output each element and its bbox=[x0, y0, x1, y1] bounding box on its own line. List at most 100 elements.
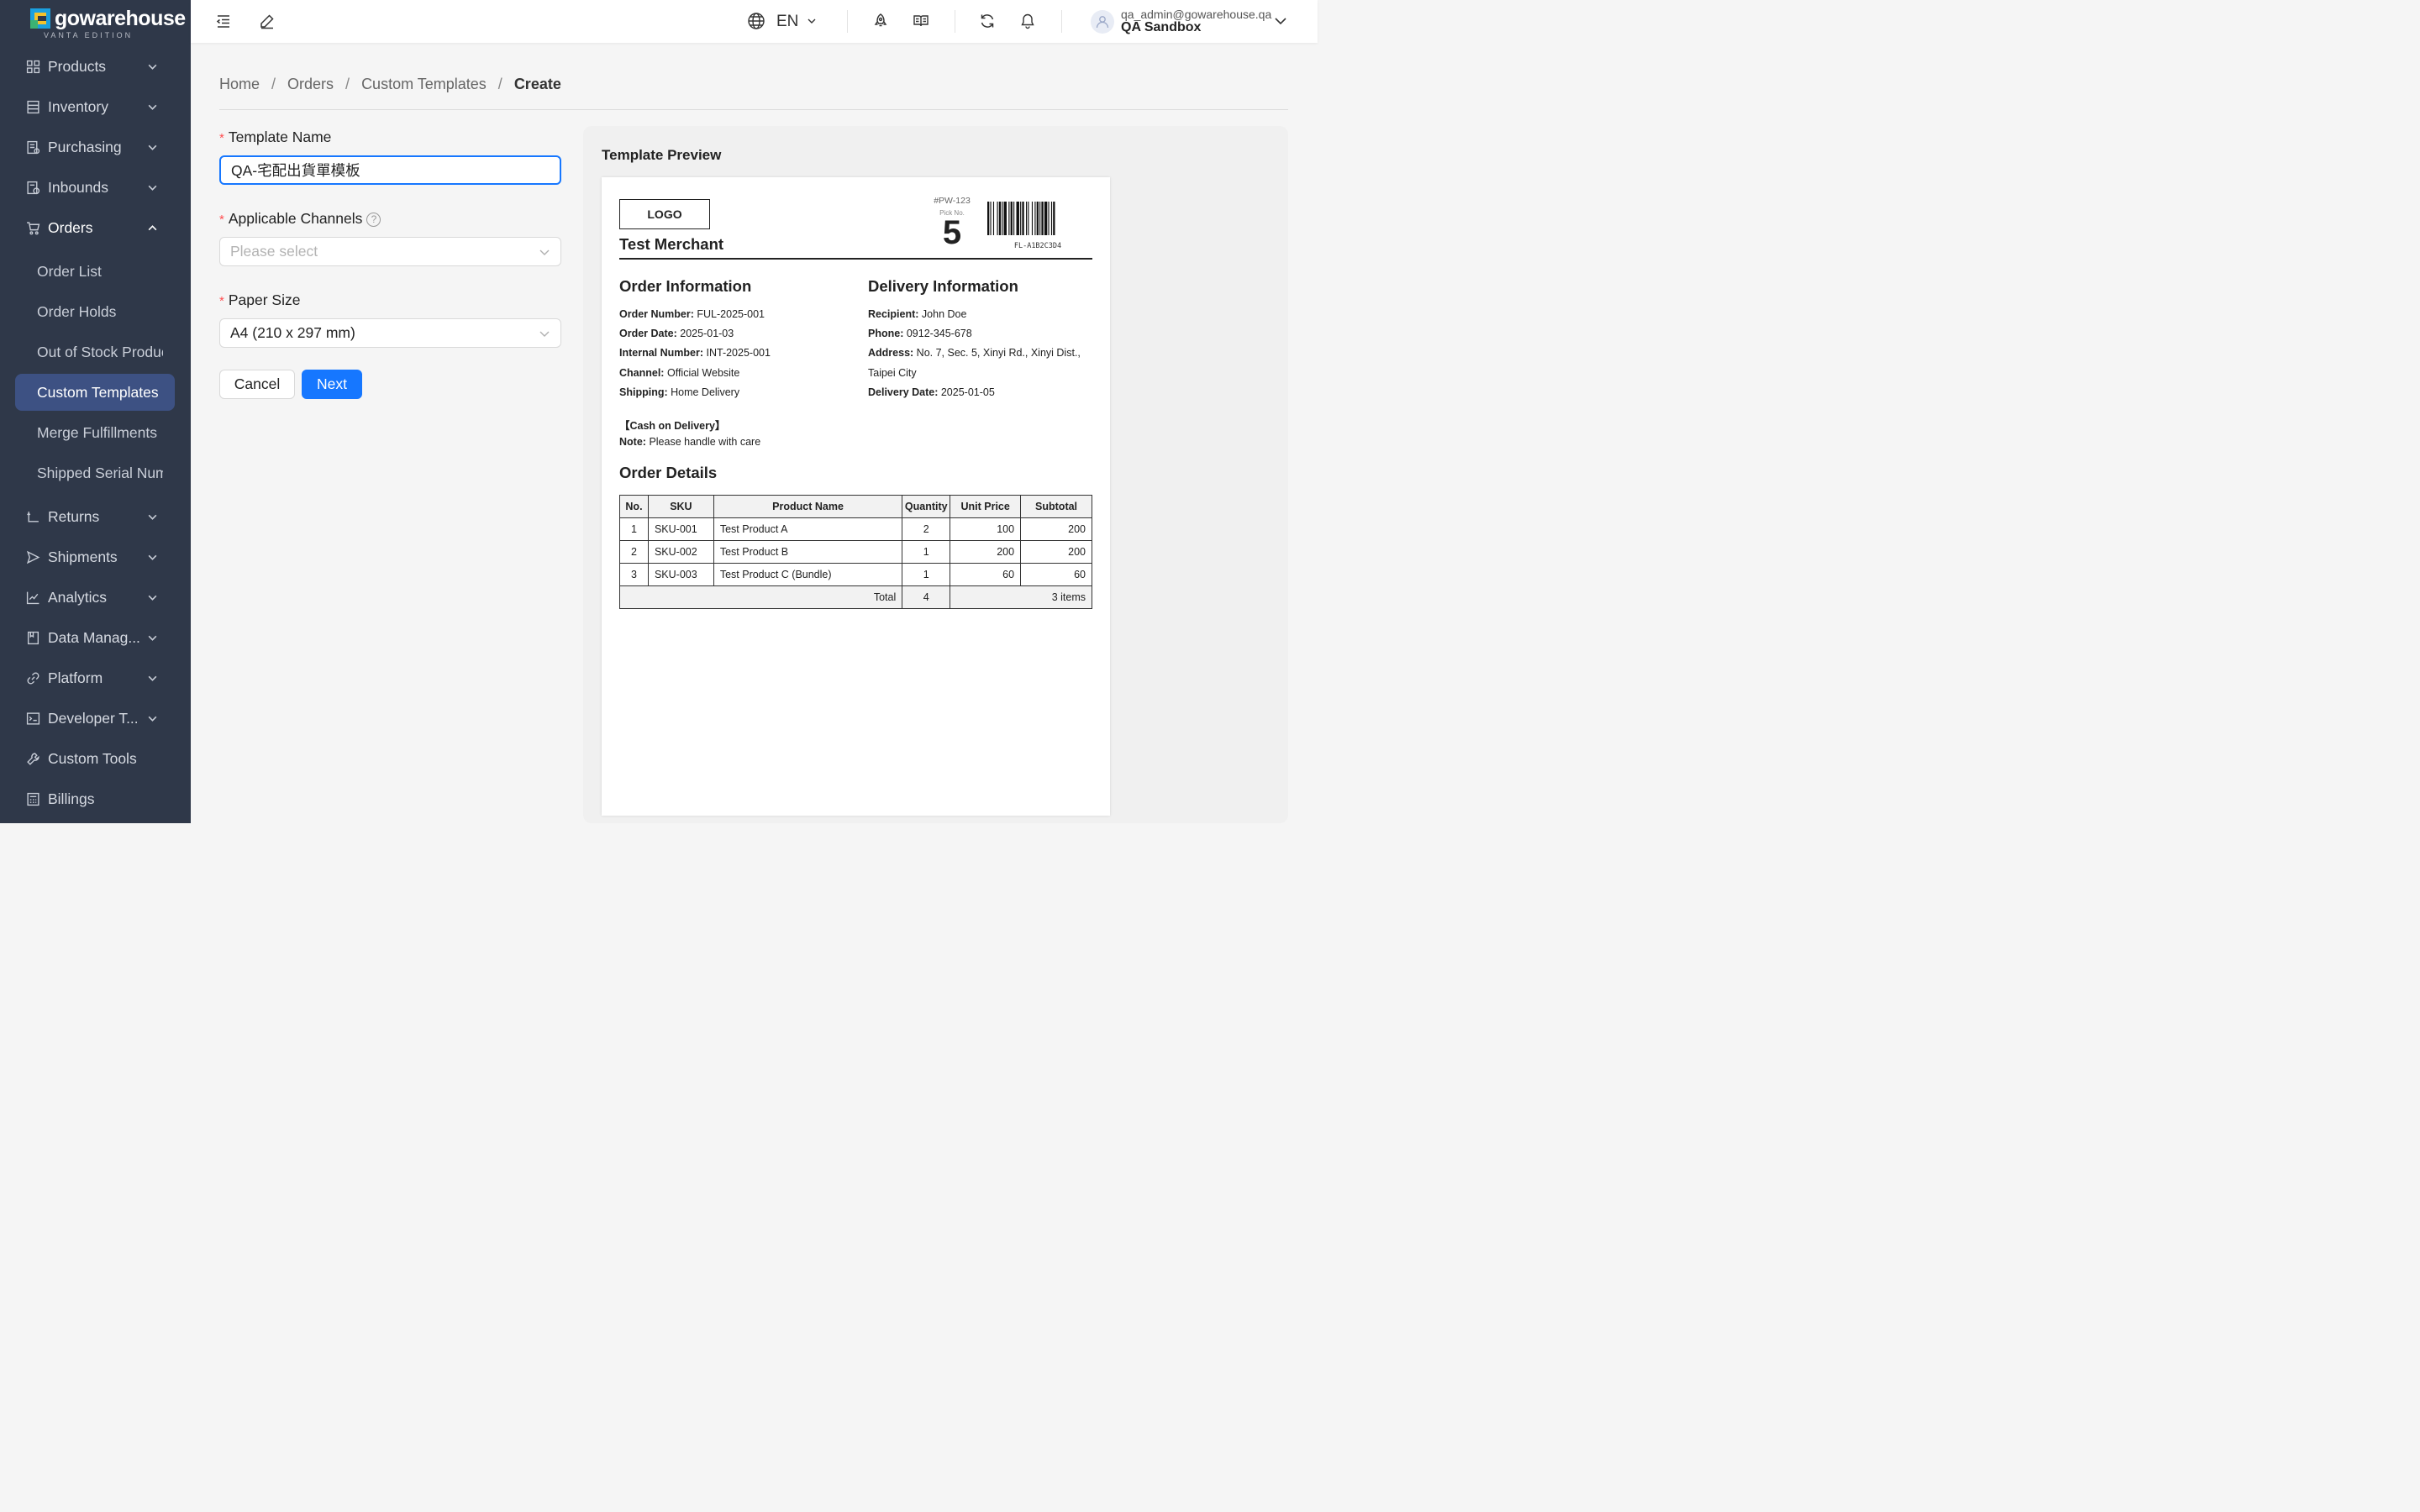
chevron-down-icon[interactable] bbox=[807, 16, 817, 26]
chevron-down-icon bbox=[148, 104, 157, 110]
delivery-info-line: Phone: 0912-345-678 bbox=[868, 328, 972, 339]
table-cell: SKU-003 bbox=[647, 563, 714, 586]
language-selector[interactable]: EN bbox=[776, 13, 798, 31]
refresh-icon[interactable] bbox=[979, 13, 996, 29]
column-header: Unit Price bbox=[950, 495, 1022, 518]
chevron-up-icon bbox=[148, 224, 157, 230]
chevron-down-icon bbox=[148, 514, 157, 520]
required-mark: * bbox=[219, 294, 224, 308]
column-header: Product Name bbox=[713, 495, 903, 518]
sidebar-item-custom-tools[interactable]: Custom Tools bbox=[0, 742, 191, 775]
chevron-down-icon[interactable] bbox=[1274, 14, 1287, 28]
column-header: No. bbox=[619, 495, 649, 518]
template-name-input[interactable]: QA-宅配出貨單模板 bbox=[219, 155, 561, 185]
sidebar-item-developer-tools[interactable]: Developer T... bbox=[0, 701, 191, 735]
table-cell: 2 bbox=[902, 517, 951, 541]
sidebar-item-products[interactable]: Products bbox=[0, 50, 191, 83]
order-details-title: Order Details bbox=[619, 464, 718, 481]
sidebar-subitem-shipped-serial[interactable]: Shipped Serial Numbers bbox=[15, 454, 175, 491]
sidebar-item-billings[interactable]: Billings bbox=[0, 782, 191, 816]
divider bbox=[1061, 10, 1062, 33]
rocket-icon[interactable] bbox=[872, 13, 889, 29]
sidebar-subitem-order-holds[interactable]: Order Holds bbox=[15, 293, 175, 330]
table-cell: 200 bbox=[1020, 540, 1092, 564]
merchant-name: Test Merchant bbox=[619, 235, 724, 253]
delivery-info-line: Taipei City bbox=[868, 367, 917, 379]
table-cell: SKU-001 bbox=[647, 517, 714, 541]
globe-icon[interactable] bbox=[747, 12, 765, 30]
table-cell: 1 bbox=[902, 563, 951, 586]
total-quantity: 4 bbox=[902, 585, 951, 609]
table-cell: Test Product C (Bundle) bbox=[713, 563, 903, 586]
calculator-icon bbox=[27, 792, 39, 806]
menu-fold-icon[interactable] bbox=[215, 13, 232, 29]
sidebar-item-data-management[interactable]: Data Manag... bbox=[0, 621, 191, 654]
order-details-table: No. SKU Product Name Quantity Unit Price… bbox=[618, 495, 1092, 609]
edit-icon[interactable] bbox=[259, 13, 276, 29]
sidebar-item-orders[interactable]: Orders bbox=[0, 211, 191, 244]
sidebar-item-purchasing[interactable]: Purchasing bbox=[0, 130, 191, 164]
sidebar-subitem-order-list[interactable]: Order List bbox=[15, 253, 175, 290]
delivery-info-line: Address: No. 7, Sec. 5, Xinyi Rd., Xinyi… bbox=[868, 347, 1081, 359]
chevron-down-icon bbox=[148, 635, 157, 641]
breadcrumb-orders[interactable]: Orders bbox=[287, 76, 334, 93]
brand-logo[interactable]: gowarehouse VANTA EDITION bbox=[30, 7, 186, 40]
breadcrumb-home[interactable]: Home bbox=[219, 76, 260, 93]
brand-name: gowarehouse bbox=[55, 7, 186, 30]
delivery-information-title: Delivery Information bbox=[868, 277, 1018, 295]
channels-placeholder: Please select bbox=[230, 243, 318, 260]
sidebar-subitem-merge-fulfillments[interactable]: Merge Fulfillments bbox=[15, 414, 175, 451]
paper-size-label: * Paper Size bbox=[219, 291, 301, 308]
sidebar-subitem-label: Custom Templates bbox=[37, 383, 159, 401]
order-information-title: Order Information bbox=[619, 277, 752, 295]
table-cell: 200 bbox=[950, 540, 1022, 564]
chevron-down-icon bbox=[148, 716, 157, 722]
required-mark: * bbox=[219, 213, 224, 227]
bell-icon[interactable] bbox=[1019, 13, 1036, 29]
total-items: 3 items bbox=[950, 585, 1092, 609]
sidebar-subitem-out-of-stock[interactable]: Out of Stock Products bbox=[15, 333, 175, 370]
sidebar-item-shipments[interactable]: Shipments bbox=[0, 540, 191, 574]
next-button[interactable]: Next bbox=[302, 370, 362, 399]
inventory-icon bbox=[27, 100, 39, 113]
barcode-image bbox=[987, 202, 1055, 235]
table-cell: 200 bbox=[1020, 517, 1092, 541]
sidebar-item-inventory[interactable]: Inventory bbox=[0, 90, 191, 123]
barcode-text: FL-A1B2C3D4 bbox=[1013, 242, 1062, 250]
column-header: Subtotal bbox=[1020, 495, 1092, 518]
cod-label: 【Cash on Delivery】 bbox=[619, 420, 726, 432]
delivery-info-line: Delivery Date: 2025-01-05 bbox=[868, 386, 995, 398]
pick-number: 5 bbox=[942, 214, 962, 251]
sidebar-item-label: Inventory bbox=[48, 97, 108, 115]
sidebar-subitem-label: Shipped Serial Numbers bbox=[37, 464, 163, 481]
table-cell: 100 bbox=[950, 517, 1022, 541]
pw-number: #PW-123 bbox=[934, 196, 971, 206]
column-header: SKU bbox=[647, 495, 714, 518]
breadcrumb-custom-templates[interactable]: Custom Templates bbox=[361, 76, 487, 93]
user-email[interactable]: qa_admin@gowarehouse.qa bbox=[1121, 8, 1271, 21]
breadcrumb: Home / Orders / Custom Templates / Creat… bbox=[219, 76, 561, 93]
table-header-row: No. SKU Product Name Quantity Unit Price… bbox=[619, 495, 1092, 518]
table-cell: 60 bbox=[950, 563, 1022, 586]
organization-name[interactable]: QA Sandbox bbox=[1121, 20, 1201, 35]
sidebar-item-platform[interactable]: Platform bbox=[0, 661, 191, 695]
sidebar-subitem-custom-templates[interactable]: Custom Templates bbox=[15, 374, 175, 411]
logo-placeholder: LOGO bbox=[619, 199, 710, 229]
paper-size-select[interactable]: A4 (210 x 297 mm) bbox=[219, 318, 561, 348]
divider bbox=[219, 109, 1288, 110]
total-label: Total bbox=[618, 585, 903, 609]
required-mark: * bbox=[219, 131, 224, 145]
wrench-icon bbox=[27, 752, 39, 765]
note-line: Note: Please handle with care bbox=[619, 436, 761, 448]
avatar[interactable] bbox=[1091, 10, 1114, 34]
table-row: 2 SKU-002 Test Product B 1 200 200 bbox=[619, 540, 1092, 564]
cancel-button[interactable]: Cancel bbox=[219, 370, 295, 399]
applicable-channels-select[interactable]: Please select bbox=[219, 237, 561, 266]
order-info-line: Shipping: Home Delivery bbox=[619, 386, 740, 398]
book-open-icon[interactable] bbox=[913, 13, 929, 29]
order-info-line: Order Number: FUL-2025-001 bbox=[619, 308, 765, 320]
sidebar-item-returns[interactable]: Returns bbox=[0, 500, 191, 533]
sidebar-item-inbounds[interactable]: Inbounds bbox=[0, 171, 191, 204]
help-icon[interactable]: ? bbox=[366, 213, 381, 227]
sidebar-item-analytics[interactable]: Analytics bbox=[0, 580, 191, 614]
